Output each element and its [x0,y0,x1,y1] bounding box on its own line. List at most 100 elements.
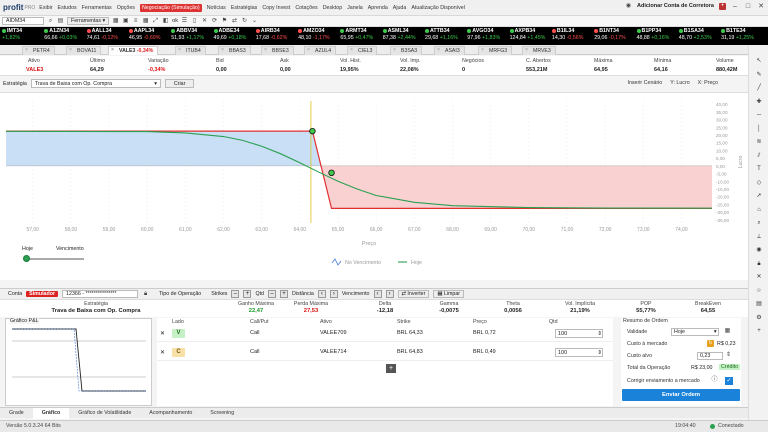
ticker-item[interactable]: B1IL34 14,30 -0,56% [551,28,583,42]
tab-mrve3[interactable]: × MRVE3 [522,46,556,55]
magnet-icon[interactable]: ⌂ [755,206,763,214]
refresh-icon[interactable]: ↻ [707,340,714,347]
menu-item[interactable]: Copy Invest [262,5,290,11]
tab-ciel3[interactable]: × CIEL3 [347,46,378,55]
line-icon[interactable]: ╱ [755,84,763,92]
tab-azul4[interactable]: × AZUL4 [304,46,337,55]
target-cost-input[interactable]: 0,23 [697,352,723,360]
leg-qty-input[interactable]: 100 ⇕ [555,348,603,357]
time-slider[interactable]: Hoje Vencimento [22,246,92,266]
ticker-item[interactable]: AIRB34 17,68 -0,62% [255,28,287,42]
ticker-item[interactable]: IMT34 +1,82% [2,28,22,42]
settings-icon[interactable]: ⚙ [755,314,763,322]
ticker-item[interactable]: ASML34 87,38 +2,44% [382,28,416,42]
ticker-item[interactable]: AMZO34 48,10 -1,17% [298,28,330,42]
strategy-select[interactable]: Trava de Baixa com Op. Compra ▾ [30,79,161,88]
menu-item[interactable]: Cotações [295,5,317,11]
expiry-left-button[interactable]: ‹ [373,290,382,298]
leg-row[interactable]: ✕ C Call VALEE714 BRL 64,83 BRL 0,49 100 ⇕ [157,345,613,361]
ticker-item[interactable]: AVGO34 97,96 +1,83% [467,28,500,42]
link-icon[interactable]: ⟳ [211,18,218,25]
tab-bbse3[interactable]: × BBSE3 [261,46,294,55]
ticker-item[interactable]: ARMT34 65,95 +0,47% [340,28,373,42]
layout-icon[interactable]: ◧ [162,18,169,25]
tab-bova11[interactable]: × BOVA11 [66,46,102,55]
ticker-item[interactable]: ADBE34 49,69 +0,18% [213,28,246,42]
asset-search-input[interactable]: AIDM34 [2,17,44,25]
strikes-plus-button[interactable]: + [243,290,252,298]
insert-scenario-button[interactable]: Inserir Cenário [627,80,662,86]
minimize-button[interactable]: – [731,3,739,10]
simulator-badge[interactable]: Simulador [26,291,59,297]
close-icon[interactable]: × [481,47,484,53]
invert-button[interactable]: ⇄ Inverter [397,290,430,298]
validity-select[interactable]: Hoje ▾ [671,328,719,336]
lock-icon[interactable]: 🔒︎ [142,291,149,298]
close-icon[interactable]: × [221,47,224,53]
maximize-button[interactable]: □ [744,3,752,10]
calendar-icon[interactable]: ▦ [724,328,731,335]
arrows-icon[interactable]: ⇄ [231,18,238,25]
leg-row[interactable]: ✕ V Call VALEE709 BRL 64,33 BRL 0,72 100 ⇕ [157,326,613,342]
ticker-item[interactable]: B1NT34 29,06 -0,17% [594,28,626,42]
ticker-item[interactable]: B1TE34 31,19 +1,25% [721,28,754,42]
close-icon[interactable]: × [111,47,114,53]
ticker-item[interactable]: AAPL34 46,95 -0,69% [128,28,160,42]
reload-icon[interactable]: ↻ [241,18,248,25]
pencil-icon[interactable]: ✎ [755,71,763,79]
search-icon[interactable]: ⌕ [47,18,54,25]
close-button[interactable]: ✕ [757,2,765,10]
distance-left-button[interactable]: ‹ [317,290,326,298]
ticker-item[interactable]: AXPB34 124,84 +1,45% [509,28,545,42]
bottom-tab[interactable]: Screening [201,408,243,419]
arrow-icon[interactable]: ➚ [755,192,763,200]
create-button[interactable]: Criar [164,79,195,88]
strike-marker[interactable] [309,127,316,135]
close-icon[interactable]: × [437,47,440,53]
close-icon[interactable]: × [69,47,72,53]
chevron-down-icon[interactable]: ⌄ [251,18,258,25]
bottom-tab[interactable]: Gráfico de Volatilidade [69,408,140,419]
side-badge[interactable]: C [172,348,185,357]
close-icon[interactable]: × [178,47,181,53]
stepper-icon[interactable]: ⇕ [597,350,602,356]
tab-asai3[interactable]: × ASAI3 [434,46,465,55]
ruler-icon[interactable]: ⟂ [755,233,763,241]
close-icon[interactable]: × [350,47,353,53]
tab-itub4[interactable]: × ITUB4 [175,46,206,55]
menu-item[interactable]: Opções [117,5,135,11]
bell-icon[interactable]: ⚑ [221,18,228,25]
channel-icon[interactable]: ⫽ [755,152,763,160]
avatar[interactable]: • [719,2,726,10]
star-icon[interactable]: ☆ [755,287,763,295]
leg-qty-input[interactable]: 100 ⇕ [555,329,603,338]
ticker-item[interactable]: ATTB34 29,68 +1,16% [425,28,458,42]
cursor-icon[interactable]: ⤢ [152,18,159,25]
side-badge[interactable]: V [172,329,185,338]
remove-leg-icon[interactable]: ✕ [160,330,165,337]
tools-button[interactable]: Ferramentas ▾ [67,17,110,25]
close-icon[interactable]: × [25,47,28,53]
stepper-icon[interactable]: ⇕ [725,352,732,359]
layers-icon[interactable]: ▤ [755,300,763,308]
document-icon[interactable]: ▯ [191,18,198,25]
window-icon[interactable]: ▣ [122,18,129,25]
strikes-minus-button[interactable]: – [231,290,240,298]
vertical-line-icon[interactable]: │ [755,125,763,133]
bottom-tab[interactable]: Grade [0,408,33,419]
ticker-item[interactable]: AALL34 74,61 -0,12% [86,28,118,42]
close-icon[interactable]: × [393,47,396,53]
eye-icon[interactable]: ◉ [755,246,763,254]
lock-icon[interactable]: 🔒︎ [755,260,763,268]
menu-item[interactable]: Atualização Disponível [411,5,465,11]
remove-leg-icon[interactable]: ✕ [160,349,165,356]
menu-item[interactable]: Janela [347,5,363,11]
tab-bbas3[interactable]: × BBAS3 [218,46,251,55]
cross-icon[interactable]: ✚ [755,98,763,106]
menu-item[interactable]: Estratégias [231,5,258,11]
zoom-icon[interactable]: ⌕ [755,219,763,227]
user-icon[interactable]: ◉ [625,3,632,10]
plus-icon[interactable]: + [755,327,763,335]
bottom-tab[interactable]: Gráfico [32,407,70,419]
tab-petr4[interactable]: × PETR4 [22,46,55,55]
